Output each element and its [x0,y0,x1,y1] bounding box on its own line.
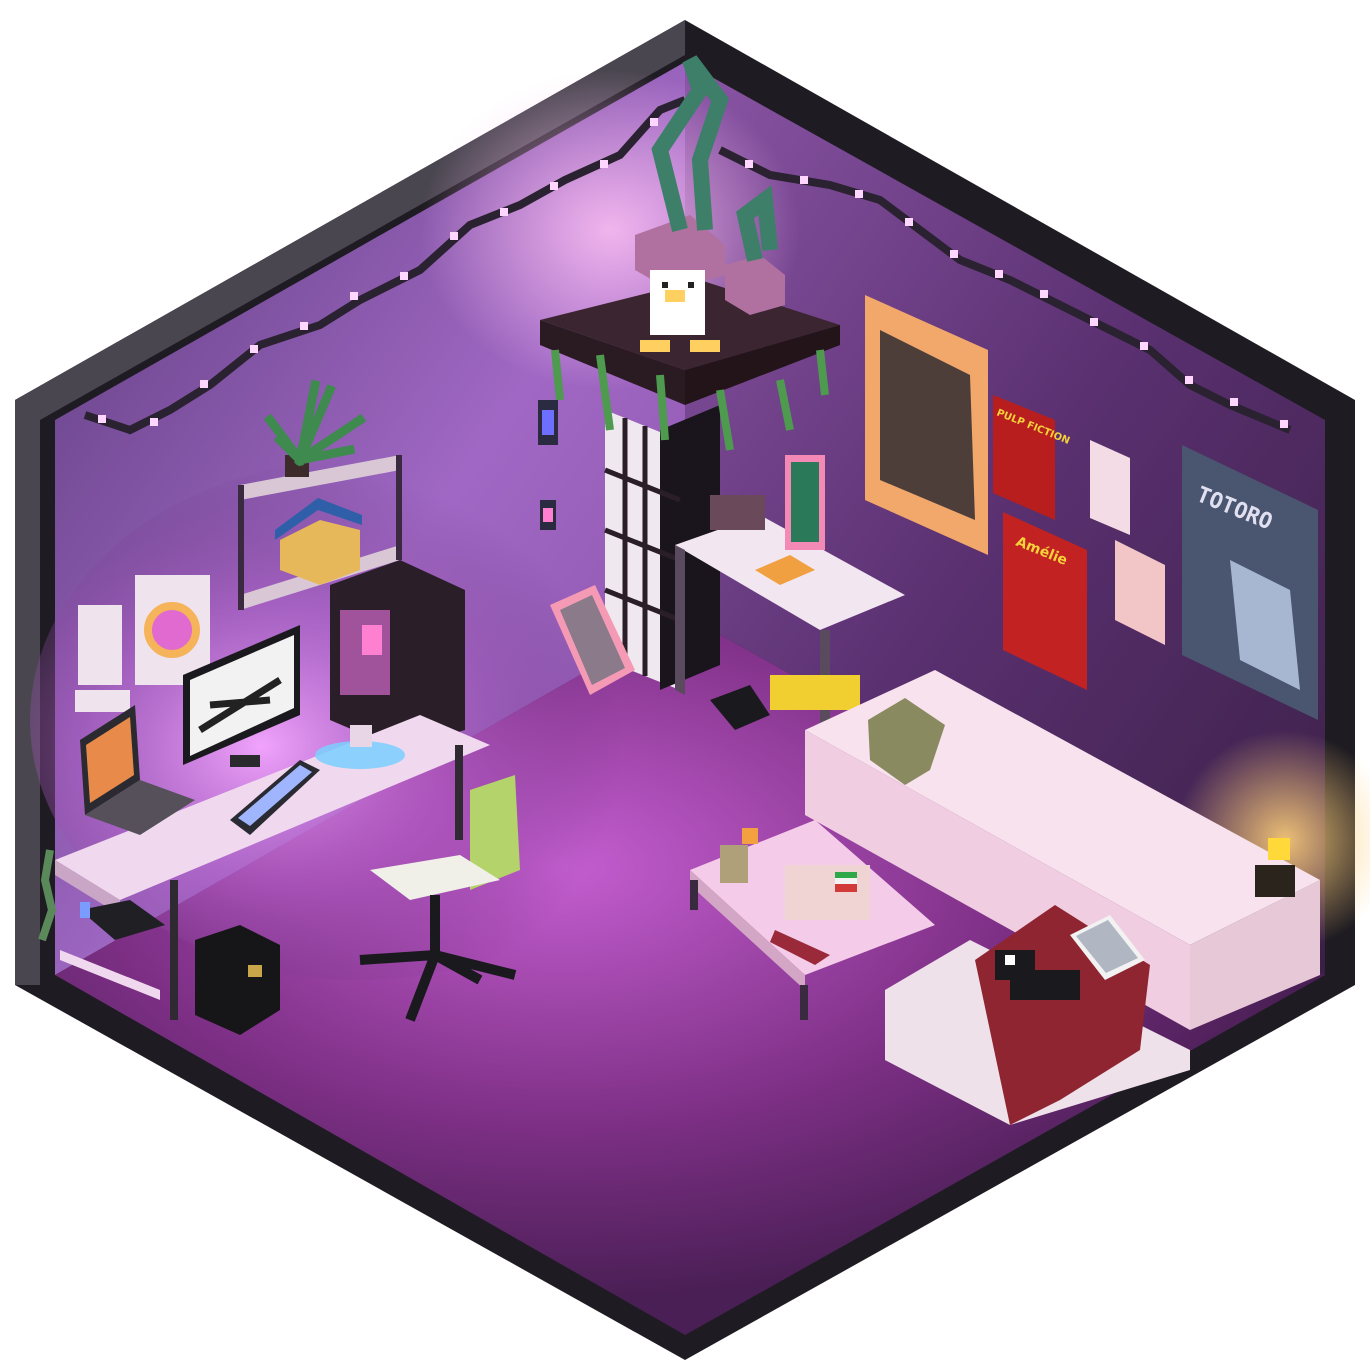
yellow-slippers [770,675,860,710]
isometric-room-scene: PULP FICTION Amélie TOTORO [15,20,1370,1360]
color-wheel [144,602,200,658]
board-game-box [785,865,870,920]
candle-holder [720,845,748,883]
mug [350,725,372,747]
cube-shelf [330,560,465,750]
